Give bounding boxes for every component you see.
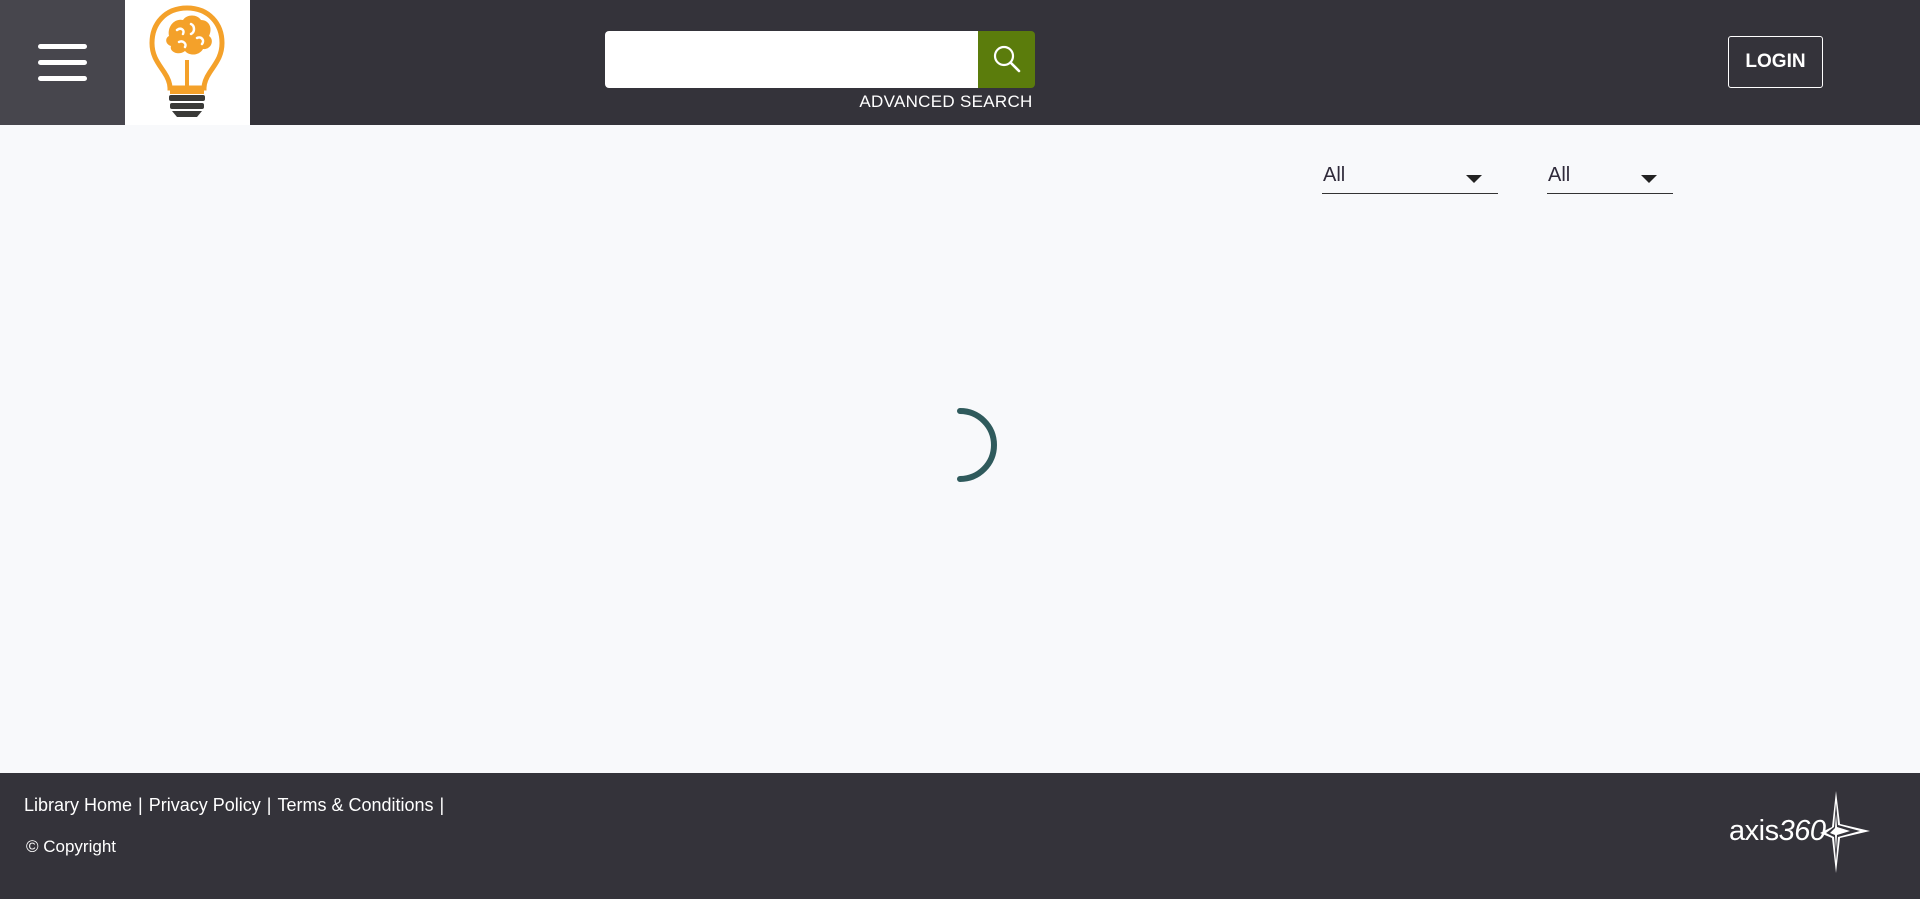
filter-1-selected: All <box>1323 164 1346 186</box>
filter-2-selected: All <box>1548 164 1571 186</box>
library-logo[interactable] <box>125 0 250 125</box>
login-button[interactable]: LOGIN <box>1728 36 1823 88</box>
terms-conditions-link[interactable]: Terms & Conditions <box>277 795 433 815</box>
top-header: ADVANCED SEARCH LOGIN <box>0 0 1920 125</box>
advanced-search-link[interactable]: ADVANCED SEARCH <box>854 92 1038 114</box>
footer-links: Library Home | Privacy Policy | Terms & Cond… <box>24 795 445 815</box>
axis360-logo: axis360 <box>1726 791 1872 873</box>
search-icon <box>993 45 1021 73</box>
search-button[interactable] <box>978 31 1035 88</box>
caret-down-icon <box>1641 175 1657 183</box>
caret-down-icon <box>1466 175 1482 183</box>
copyright-text: © Copyright <box>26 837 117 856</box>
brand-wordmark: axis360 <box>1729 815 1826 847</box>
search-input[interactable] <box>605 31 979 88</box>
lightbulb-brain-logo <box>149 5 225 117</box>
filter-dropdown-2[interactable]: All <box>1547 158 1673 194</box>
menu-button[interactable] <box>0 0 125 125</box>
filter-dropdown-1[interactable]: All <box>1322 158 1498 194</box>
footer: Library Home | Privacy Policy | Terms & Cond… <box>0 773 1920 899</box>
loading-spinner-icon <box>957 408 997 482</box>
privacy-policy-link[interactable]: Privacy Policy <box>149 795 261 815</box>
axis360-star-logo <box>1820 791 1870 873</box>
library-home-link[interactable]: Library Home <box>24 795 132 815</box>
